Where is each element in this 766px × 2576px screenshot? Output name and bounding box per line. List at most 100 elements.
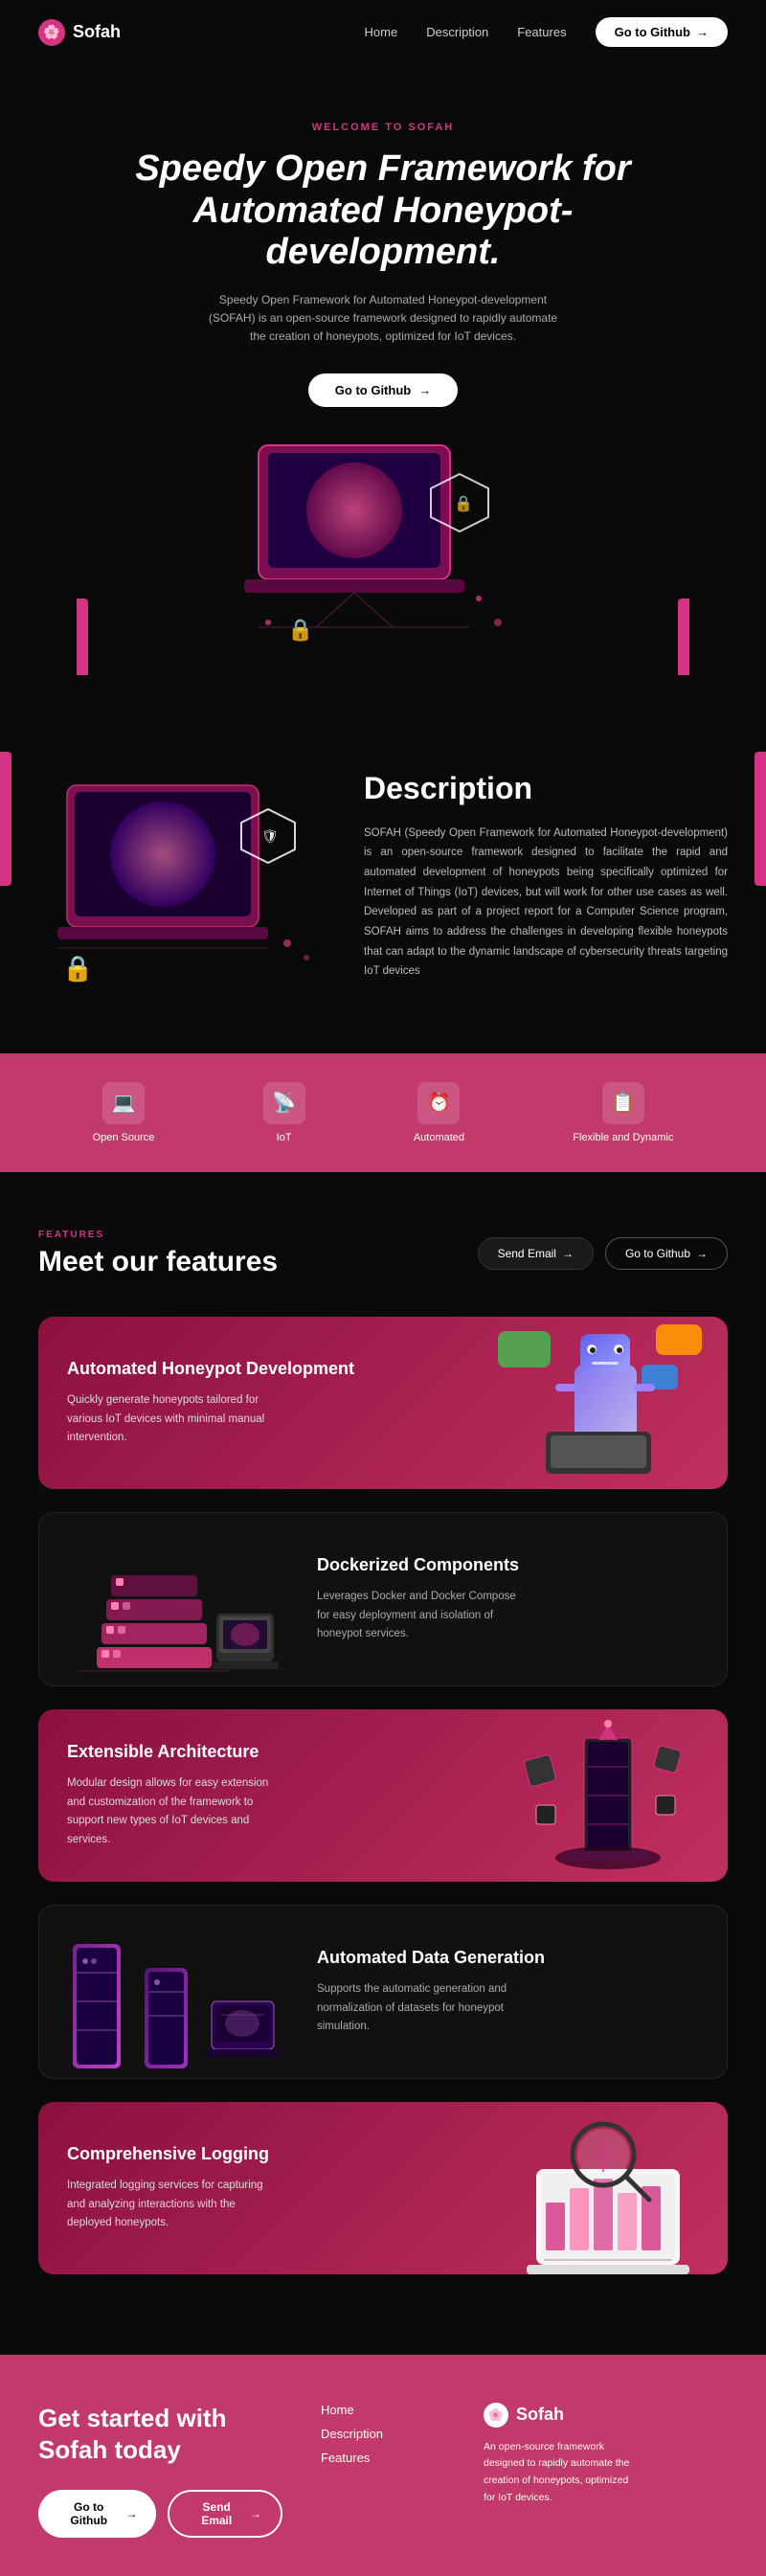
desc-pink-bar-right bbox=[755, 752, 766, 886]
feature-card-5-text: Comprehensive Logging Integrated logging… bbox=[38, 2114, 479, 2262]
opensource-icon: 💻 bbox=[102, 1082, 145, 1124]
strip-label-flexible: Flexible and Dynamic bbox=[573, 1132, 673, 1143]
strip-label-automated: Automated bbox=[414, 1132, 464, 1143]
arrow-icon bbox=[562, 1247, 574, 1260]
pink-bar-left bbox=[77, 599, 88, 675]
features-header: FEATURES Meet our features Send Email Go… bbox=[38, 1230, 728, 1278]
footer-github-button[interactable]: Go to Github bbox=[38, 2490, 156, 2538]
features-tag: FEATURES bbox=[38, 1230, 278, 1240]
feature-card-3: Extensible Architecture Modular design a… bbox=[38, 1709, 728, 1882]
feature-card-4-visual bbox=[39, 1906, 288, 2078]
footer-brand-logo: 🌸 Sofah bbox=[484, 2403, 728, 2428]
desc-visual: 🛡 🔒 bbox=[38, 771, 326, 996]
navigation: 🌸 Sofah Home Description Features Go to … bbox=[0, 0, 766, 64]
feature-card-4-text: Automated Data Generation Supports the a… bbox=[288, 1918, 727, 2066]
feature-card-4-title: Automated Data Generation bbox=[317, 1947, 698, 1969]
cubes-svg bbox=[488, 1709, 718, 1882]
feature-card-4: Automated Data Generation Supports the a… bbox=[38, 1905, 728, 2079]
arrow-icon bbox=[418, 383, 431, 397]
nav-description[interactable]: Description bbox=[426, 25, 488, 39]
feature-card-2-title: Dockerized Components bbox=[317, 1554, 698, 1576]
feature-card-1-title: Automated Honeypot Development bbox=[67, 1358, 450, 1380]
pink-bar-right bbox=[678, 599, 689, 675]
feature-card-1-desc: Quickly generate honeypots tailored for … bbox=[67, 1391, 278, 1448]
feature-card-3-visual bbox=[479, 1709, 728, 1882]
feature-card-1-text: Automated Honeypot Development Quickly g… bbox=[38, 1329, 479, 1477]
hero-title: Speedy Open Framework for Automated Hone… bbox=[77, 148, 689, 274]
laptop-svg: 🔒 🔒 bbox=[230, 436, 536, 666]
feature-card-1-visual bbox=[479, 1317, 728, 1489]
feature-card-2-desc: Leverages Docker and Docker Compose for … bbox=[317, 1588, 528, 1644]
brand-logo: 🌸 Sofah bbox=[38, 19, 121, 46]
nav-features[interactable]: Features bbox=[517, 25, 566, 39]
hero-github-button[interactable]: Go to Github bbox=[308, 373, 458, 407]
feature-card-4-desc: Supports the automatic generation and no… bbox=[317, 1980, 528, 2037]
feature-card-5-title: Comprehensive Logging bbox=[67, 2143, 450, 2165]
hero-tag: WELCOME TO SOFAH bbox=[77, 122, 689, 133]
arrow-icon bbox=[250, 2507, 261, 2520]
strip-item-iot: 📡 IoT bbox=[263, 1082, 305, 1143]
desc-body: SOFAH (Speedy Open Framework for Automat… bbox=[364, 824, 728, 983]
brand-name: Sofah bbox=[73, 22, 121, 42]
svg-text:🔒: 🔒 bbox=[454, 495, 473, 512]
robot-svg bbox=[488, 1317, 718, 1489]
footer-link-features[interactable]: Features bbox=[321, 2451, 445, 2465]
feature-card-5-visual bbox=[479, 2102, 728, 2274]
iot-icon: 📡 bbox=[263, 1082, 305, 1124]
brand-icon: 🌸 bbox=[38, 19, 65, 46]
flexible-icon: 📋 bbox=[602, 1082, 644, 1124]
feature-card-2-visual bbox=[39, 1513, 288, 1685]
server-svg bbox=[49, 1513, 279, 1685]
footer-links: Home Description Features bbox=[321, 2403, 445, 2474]
feature-card-3-desc: Modular design allows for easy extension… bbox=[67, 1774, 278, 1849]
features-title: Meet our features bbox=[38, 1246, 278, 1278]
desc-laptop-svg: 🛡 🔒 bbox=[38, 771, 316, 991]
feature-card-5-desc: Integrated logging services for capturin… bbox=[67, 2177, 278, 2233]
hero-section: WELCOME TO SOFAH Speedy Open Framework f… bbox=[0, 64, 766, 713]
features-header-buttons: Send Email Go to Github bbox=[478, 1237, 728, 1270]
footer-email-button[interactable]: Send Email bbox=[168, 2490, 282, 2538]
footer-brand-desc: An open-source framework designed to rap… bbox=[484, 2439, 637, 2507]
features-strip: 💻 Open Source 📡 IoT ⏰ Automated 📋 Flexib… bbox=[0, 1053, 766, 1172]
footer-brand-icon: 🌸 bbox=[484, 2403, 508, 2428]
strip-label-opensource: Open Source bbox=[93, 1132, 155, 1143]
nav-home[interactable]: Home bbox=[365, 25, 398, 39]
feature-card-1: Automated Honeypot Development Quickly g… bbox=[38, 1317, 728, 1489]
hero-laptop-graphic: 🔒 🔒 bbox=[230, 436, 536, 670]
logging-svg bbox=[488, 2102, 718, 2274]
feature-card-3-text: Extensible Architecture Modular design a… bbox=[38, 1712, 479, 1879]
svg-text:🔒: 🔒 bbox=[62, 954, 93, 983]
nav-links: Home Description Features Go to Github bbox=[365, 17, 728, 47]
feature-card-3-title: Extensible Architecture bbox=[67, 1741, 450, 1763]
strip-item-flexible: 📋 Flexible and Dynamic bbox=[573, 1082, 673, 1143]
footer-link-home[interactable]: Home bbox=[321, 2403, 445, 2417]
desc-text: Description SOFAH (Speedy Open Framework… bbox=[364, 771, 728, 983]
hero-visual: 🔒 🔒 bbox=[77, 426, 689, 675]
features-header-left: FEATURES Meet our features bbox=[38, 1230, 278, 1278]
description-section: 🛡 🔒 Description SOFAH (Speedy Open Frame… bbox=[0, 713, 766, 1053]
hero-subtitle: Speedy Open Framework for Automated Hone… bbox=[201, 291, 565, 347]
strip-item-automated: ⏰ Automated bbox=[414, 1082, 464, 1143]
features-section: FEATURES Meet our features Send Email Go… bbox=[0, 1172, 766, 2355]
features-github-button[interactable]: Go to Github bbox=[605, 1237, 728, 1270]
desc-pink-bar-left bbox=[0, 752, 11, 886]
feature-card-2-text: Dockerized Components Leverages Docker a… bbox=[288, 1525, 727, 1673]
footer-brand: 🌸 Sofah An open-source framework designe… bbox=[484, 2403, 728, 2507]
footer-link-description[interactable]: Description bbox=[321, 2427, 445, 2441]
feature-card-5: Comprehensive Logging Integrated logging… bbox=[38, 2102, 728, 2274]
arrow-icon bbox=[696, 25, 709, 39]
arrow-icon bbox=[125, 2507, 137, 2520]
strip-label-iot: IoT bbox=[277, 1132, 292, 1143]
nav-github-button[interactable]: Go to Github bbox=[596, 17, 728, 47]
data-towers-svg bbox=[49, 1906, 279, 2078]
footer-brand-name: Sofah bbox=[516, 2405, 564, 2425]
svg-text:🔒: 🔒 bbox=[287, 618, 313, 642]
footer: Get started with Sofah today Go to Githu… bbox=[0, 2355, 766, 2576]
footer-headline: Get started with Sofah today bbox=[38, 2403, 282, 2468]
features-send-email-button[interactable]: Send Email bbox=[478, 1237, 594, 1270]
svg-text:🛡: 🛡 bbox=[261, 828, 279, 844]
arrow-icon bbox=[696, 1247, 708, 1260]
feature-card-2: Dockerized Components Leverages Docker a… bbox=[38, 1512, 728, 1686]
desc-title: Description bbox=[364, 771, 728, 806]
strip-item-opensource: 💻 Open Source bbox=[93, 1082, 155, 1143]
